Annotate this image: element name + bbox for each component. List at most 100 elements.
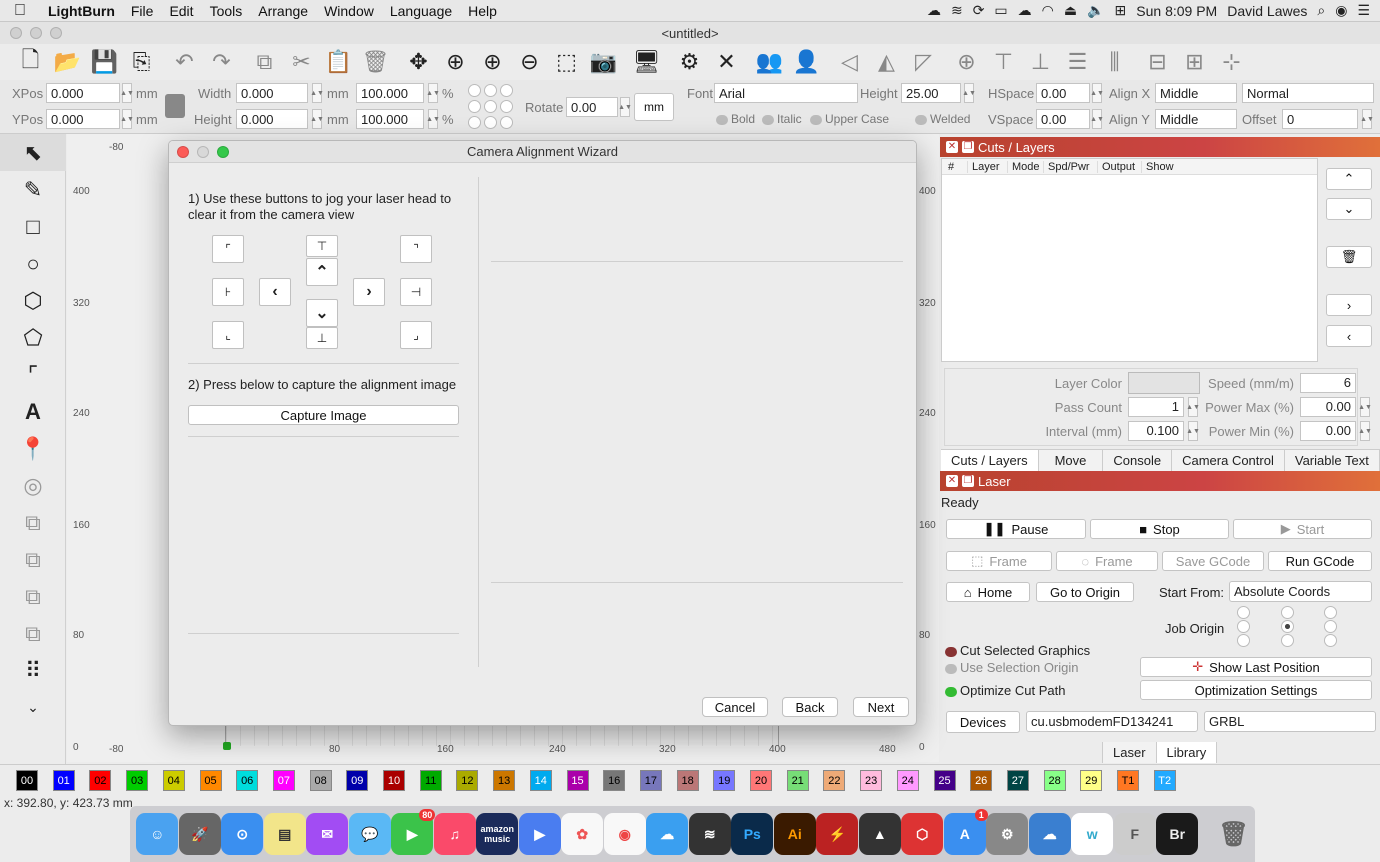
font-select[interactable]: Arial — [714, 83, 858, 103]
move-icon[interactable]: ✥ — [400, 46, 437, 78]
lock-ratio-icon[interactable] — [165, 94, 185, 118]
cube-app-icon[interactable]: ⬡ — [901, 813, 944, 855]
devices-button[interactable]: Devices — [946, 711, 1020, 733]
select-tool-icon[interactable]: ⬉ — [0, 134, 66, 171]
offset-spinner[interactable]: ▲▼ — [1360, 109, 1374, 129]
optimization-settings-button[interactable]: Optimization Settings — [1140, 680, 1372, 700]
mirror-icon[interactable]: ◭ — [868, 46, 905, 78]
menu-help[interactable]: Help — [460, 3, 505, 19]
wifi-app-icon[interactable]: ≋ — [688, 813, 731, 855]
rotate-input[interactable]: 0.00 — [566, 97, 618, 117]
menu-tools[interactable]: Tools — [202, 3, 251, 19]
messages-icon[interactable]: 💬 — [348, 813, 391, 855]
finder-icon[interactable]: ☺ — [136, 813, 179, 855]
stop-button[interactable]: ■ Stop — [1090, 519, 1229, 539]
paste-icon[interactable]: 📋 — [320, 46, 357, 78]
sync-icon[interactable]: ⟳ — [973, 2, 985, 19]
start-from-select[interactable]: Absolute Coords — [1229, 581, 1372, 602]
hspace-spinner[interactable]: ▲▼ — [1090, 83, 1104, 103]
origin-radio-br[interactable] — [1324, 634, 1337, 647]
align-top-icon[interactable]: ⊤ — [985, 46, 1022, 78]
redo-icon[interactable]: ↷ — [203, 46, 240, 78]
open-folder-icon[interactable]: 📂 — [49, 46, 86, 78]
tab-library[interactable]: Library — [1156, 742, 1218, 763]
palette-swatch-14[interactable]: 14 — [529, 770, 552, 791]
palette-swatch-08[interactable]: 08 — [309, 770, 332, 791]
dialog-zoom-button[interactable] — [217, 146, 229, 158]
interval-spinner[interactable]: ▲▼ — [1186, 421, 1200, 441]
app-store-icon[interactable]: A1 — [943, 809, 988, 855]
cloud-upload-icon[interactable]: ☁ — [646, 813, 689, 855]
frame-circle-button[interactable]: ◌ Frame — [1056, 551, 1158, 571]
palette-swatch-17[interactable]: 17 — [639, 770, 662, 791]
origin-radio-tc[interactable] — [1281, 606, 1294, 619]
height-input[interactable]: 0.000 — [236, 109, 308, 129]
polygon-tool-icon[interactable]: ⬡ — [0, 282, 66, 319]
width-spinner[interactable]: ▲▼ — [310, 83, 324, 103]
draw-lines-icon[interactable]: ✎ — [0, 171, 66, 208]
zoom-app-icon[interactable]: ▶ — [518, 813, 561, 855]
capture-image-button[interactable]: Capture Image — [188, 405, 459, 425]
dialog-close-button[interactable] — [177, 146, 189, 158]
tools-icon[interactable]: ✕ — [708, 46, 745, 78]
panel-close-icon[interactable]: ✕ — [946, 475, 958, 487]
palette-swatch-04[interactable]: 04 — [162, 770, 185, 791]
w-app-icon[interactable]: w — [1071, 813, 1114, 855]
palette-swatch-25[interactable]: 25 — [933, 770, 956, 791]
menu-app[interactable]: LightBurn — [40, 3, 123, 19]
tab-camera-control[interactable]: Camera Control — [1172, 450, 1285, 471]
pause-button[interactable]: ❚❚ Pause — [946, 519, 1086, 539]
flip-horizontal-icon[interactable]: ◁ — [831, 46, 868, 78]
origin-radio-ml[interactable] — [1237, 620, 1250, 633]
apple-icon[interactable]:  — [0, 2, 40, 20]
menu-window[interactable]: Window — [316, 3, 382, 19]
tab-laser[interactable]: Laser — [1102, 742, 1157, 763]
tab-move[interactable]: Move — [1038, 450, 1104, 471]
layer-color-swatch[interactable] — [1128, 372, 1200, 394]
ypos-spinner[interactable]: ▲▼ — [120, 109, 134, 129]
spotlight-icon[interactable]: ⌕ — [1317, 2, 1325, 19]
wifi-status-icon[interactable]: ◠ — [1042, 2, 1054, 19]
origin-radio-center[interactable] — [1281, 620, 1294, 633]
tab-console[interactable]: Console — [1103, 450, 1173, 471]
ungroup-icon[interactable]: 👤 — [788, 46, 825, 78]
tab-cuts-layers[interactable]: Cuts / Layers — [941, 450, 1039, 471]
distribute-v-icon[interactable]: ⊟ — [1139, 46, 1176, 78]
save-icon[interactable]: 💾 — [86, 46, 123, 78]
new-file-icon[interactable]: 🗋 — [12, 46, 49, 78]
scale-width-input[interactable]: 100.000 — [356, 83, 424, 103]
jog-top-left-button[interactable]: ⌜ — [212, 235, 244, 263]
port-select[interactable]: cu.usbmodemFD134241 — [1026, 711, 1198, 732]
display-icon[interactable]: ▭ — [994, 2, 1007, 19]
layers-table[interactable]: # Layer Mode Spd/Pwr Output Show — [941, 158, 1318, 362]
align-center-icon[interactable]: ⊕ — [948, 46, 985, 78]
creative-cloud-icon[interactable]: ☁ — [927, 2, 941, 19]
f-app-icon[interactable]: F — [1113, 813, 1156, 855]
origin-radio-tl[interactable] — [1237, 606, 1250, 619]
jog-down-button[interactable]: ⌄ — [306, 299, 338, 327]
pass-count-spinner[interactable]: ▲▼ — [1186, 397, 1200, 417]
palette-swatch-23[interactable]: 23 — [860, 770, 883, 791]
weld-icon[interactable]: ⧉ — [0, 615, 66, 652]
rotate-icon[interactable]: ◸ — [905, 46, 942, 78]
start-button[interactable]: ▶ Start — [1233, 519, 1372, 539]
palette-swatch-07[interactable]: 07 — [272, 770, 295, 791]
palette-swatch-21[interactable]: 21 — [786, 770, 809, 791]
text-mode-select[interactable]: Normal — [1242, 83, 1374, 103]
layer-right-button[interactable]: › — [1326, 294, 1372, 316]
onedrive-icon[interactable]: ☁ — [1028, 813, 1071, 855]
jog-right-button[interactable]: › — [353, 278, 385, 306]
menu-edit[interactable]: Edit — [161, 3, 201, 19]
power-max-spinner[interactable]: ▲▼ — [1358, 397, 1372, 417]
rectangle-tool-icon[interactable]: □ — [0, 208, 66, 245]
width-input[interactable]: 0.000 — [236, 83, 308, 103]
palette-swatch-T2[interactable]: T2 — [1153, 770, 1176, 791]
distribute-h-icon[interactable]: ⊞ — [1176, 46, 1213, 78]
photoshop-icon[interactable]: Ps — [731, 813, 774, 855]
system-preferences-icon[interactable]: ⚙ — [986, 813, 1029, 855]
palette-swatch-24[interactable]: 24 — [896, 770, 919, 791]
font-height-input[interactable]: 25.00 — [901, 83, 961, 103]
save-gcode-button[interactable]: Save GCode — [1162, 551, 1264, 571]
palette-swatch-20[interactable]: 20 — [750, 770, 772, 791]
close-window-button[interactable] — [10, 27, 22, 39]
